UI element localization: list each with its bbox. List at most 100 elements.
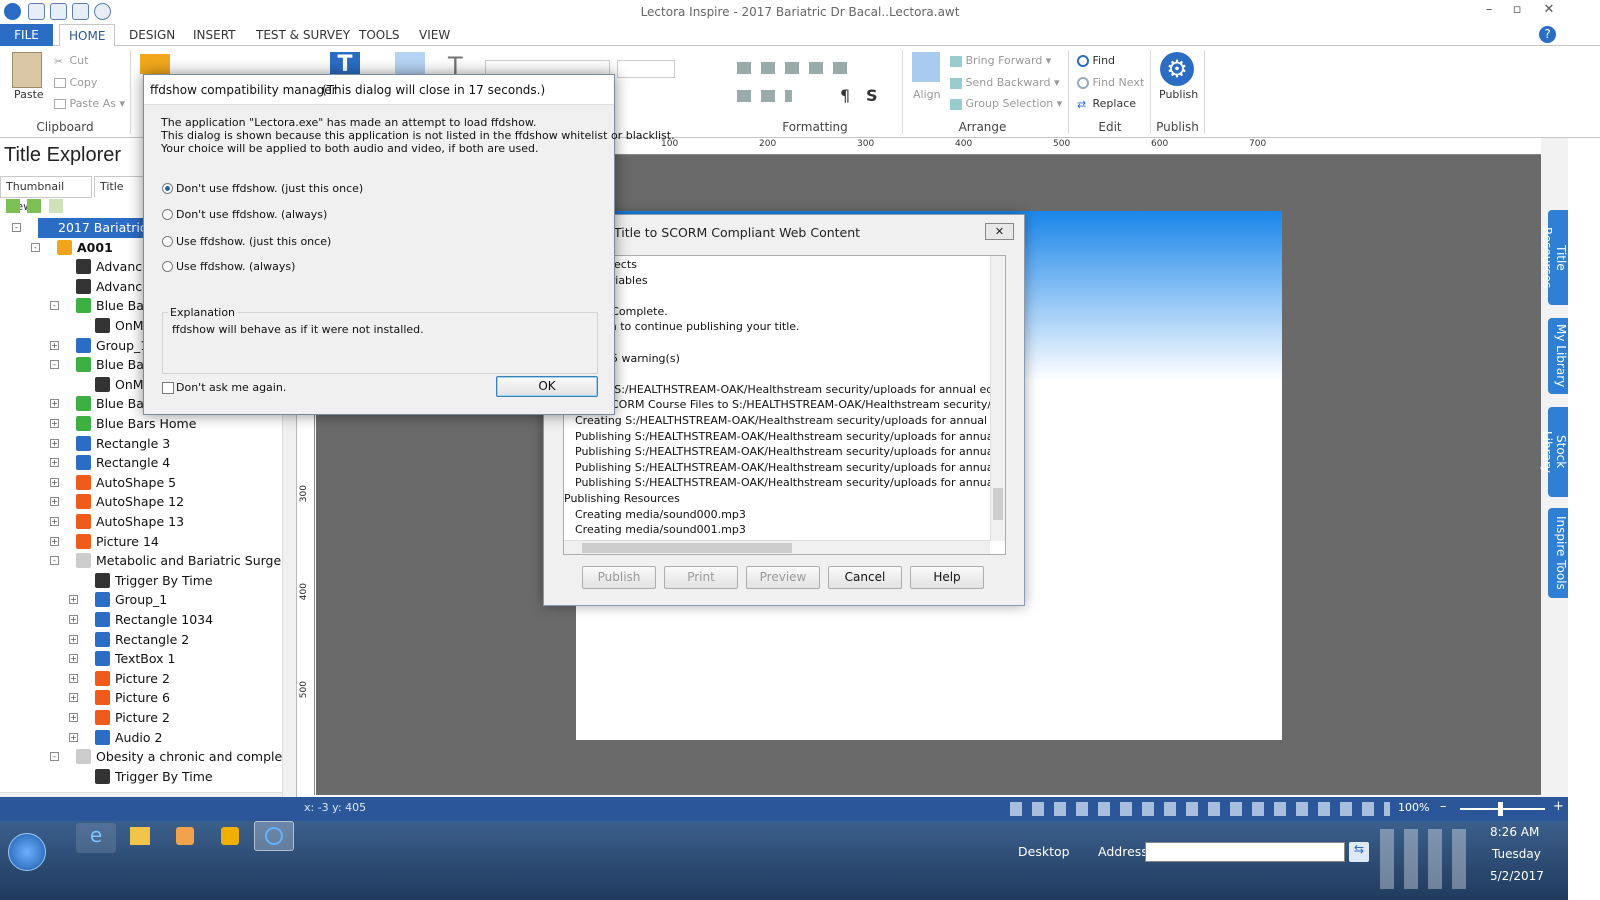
radio-dont-use-once[interactable] (162, 183, 173, 194)
paragraph-icon[interactable]: ¶ (840, 86, 850, 105)
radio-use-always[interactable] (162, 261, 173, 272)
help-button[interactable]: Help (910, 566, 984, 589)
tree-node[interactable]: Metabolic and Bariatric Surgery (76, 551, 282, 571)
tree-expander[interactable]: + (50, 477, 59, 487)
tree-node[interactable]: Blue Bar (76, 355, 149, 375)
tree-node[interactable]: Blue Bars Home (76, 414, 196, 434)
zoom-out-button[interactable]: – (1440, 799, 1447, 814)
list-buttons[interactable] (737, 90, 792, 102)
publish-button[interactable]: Publish (1159, 88, 1198, 101)
tab-home[interactable]: HOME (59, 24, 116, 47)
go-icon[interactable]: ⇆ (1349, 842, 1369, 862)
minimize-button[interactable]: – (1475, 2, 1503, 20)
send-backward-button[interactable]: Send Backward ▾ (950, 76, 1060, 89)
zoom-in-button[interactable]: + (1553, 799, 1564, 814)
side-tab-title-resources[interactable]: Title Resources (1540, 210, 1568, 305)
tree-expander[interactable]: + (50, 536, 59, 546)
clock-date[interactable]: 5/2/2017 (1490, 869, 1544, 883)
tree-expander[interactable]: - (50, 301, 59, 311)
tree-expander[interactable]: - (12, 223, 21, 232)
tree-node[interactable]: TextBox 1 (95, 649, 175, 669)
find-next-button[interactable]: Find Next (1077, 76, 1144, 89)
scorm-close-button[interactable]: ✕ (985, 223, 1014, 240)
align-button[interactable]: Align (913, 88, 941, 101)
tree-expander[interactable]: + (50, 458, 59, 468)
tree-expander[interactable]: + (50, 399, 59, 409)
system-tray-icons[interactable] (1380, 829, 1470, 889)
tree-node[interactable]: Picture 2 (95, 669, 170, 689)
ok-button[interactable]: OK (496, 376, 598, 397)
paste-button[interactable]: Paste (14, 88, 44, 101)
zoom-slider-thumb[interactable] (1498, 802, 1503, 816)
cancel-button[interactable]: Cancel (828, 566, 902, 589)
radio-use-once[interactable] (162, 236, 173, 247)
tab-view[interactable]: VIEW (410, 24, 459, 46)
tree-node[interactable]: Picture 6 (95, 688, 170, 708)
tree-node[interactable]: Rectangle 2 (95, 630, 189, 650)
tree-node[interactable]: A001 (57, 238, 113, 258)
side-tab-stock-library[interactable]: Stock Library (1540, 407, 1568, 497)
address-input[interactable] (1145, 842, 1345, 862)
tree-expander[interactable]: + (69, 634, 78, 644)
tree-expander[interactable]: + (50, 517, 59, 526)
replace-button[interactable]: ⇄ Replace (1077, 97, 1136, 111)
tree-node[interactable]: Picture 2 (95, 708, 170, 728)
tree-node[interactable]: Group_1 (95, 590, 167, 610)
option-dont-use-once[interactable]: Don't use ffdshow. (just this once) (176, 182, 363, 195)
restore-button[interactable]: ▫ (1503, 2, 1531, 20)
media-player-icon[interactable] (176, 827, 194, 845)
tree-node[interactable]: Picture 14 (76, 532, 159, 552)
tab-design[interactable]: DESIGN (120, 24, 184, 46)
add-chapter-icon[interactable] (6, 199, 20, 213)
print-button[interactable]: Print (664, 566, 738, 589)
tree-node[interactable]: Trigger By Time (95, 571, 213, 591)
radio-dont-use-always[interactable] (162, 209, 173, 220)
align-icon[interactable] (912, 52, 940, 82)
side-tab-my-library[interactable]: My Library (1548, 318, 1568, 394)
tab-test-survey[interactable]: TEST & SURVEY (247, 24, 359, 46)
log-vertical-scrollbar[interactable] (990, 256, 1005, 541)
tree-node[interactable]: Advance (76, 257, 150, 277)
tree-node[interactable]: Rectangle 4 (76, 453, 170, 473)
help-icon[interactable]: ? (1539, 26, 1556, 43)
tree-expander[interactable]: + (69, 732, 78, 742)
tree-node[interactable]: AutoShape 13 (76, 512, 184, 532)
tree-expander[interactable]: + (69, 654, 78, 664)
outlook-icon[interactable] (221, 827, 239, 845)
strikethrough-icon[interactable]: S (866, 86, 878, 105)
tree-node[interactable]: AutoShape 5 (76, 473, 176, 493)
cut-button[interactable]: ✂ Cut (54, 54, 88, 68)
tree-node[interactable]: Group_1 (76, 336, 148, 356)
font-size-select[interactable] (617, 60, 675, 78)
tree-node[interactable]: OnM (95, 375, 144, 395)
file-explorer-icon[interactable] (130, 827, 150, 845)
tree-expander[interactable]: + (69, 595, 78, 605)
tree-expander[interactable]: + (69, 615, 78, 624)
side-tab-inspire-tools[interactable]: Inspire Tools (1548, 508, 1568, 598)
tab-insert[interactable]: INSERT (184, 24, 245, 46)
tree-expander[interactable]: - (50, 752, 59, 762)
add-section-icon[interactable] (27, 199, 41, 213)
clock-time[interactable]: 8:26 AM (1490, 825, 1539, 839)
tree-expander[interactable]: + (50, 497, 59, 507)
option-use-always[interactable]: Use ffdshow. (always) (176, 260, 295, 273)
start-button[interactable] (8, 833, 46, 871)
tree-node[interactable]: OnM (95, 316, 144, 336)
tree-expander[interactable]: + (69, 693, 78, 703)
desktop-toolbar[interactable]: Desktop (1018, 844, 1070, 859)
copy-button[interactable]: Copy (54, 76, 97, 89)
paste-as-button[interactable]: Paste As ▾ (54, 97, 125, 110)
tree-expander[interactable]: - (31, 242, 40, 252)
tab-title-explorer[interactable]: Title Expl (94, 176, 146, 198)
tree-expander[interactable]: + (50, 340, 59, 350)
bring-forward-button[interactable]: Bring Forward ▾ (950, 54, 1051, 67)
close-button[interactable]: ✕ (1535, 2, 1563, 20)
internet-explorer-icon[interactable]: e (76, 823, 116, 853)
status-toolbar-icons[interactable] (1010, 802, 1390, 816)
option-use-once[interactable]: Use ffdshow. (just this once) (176, 235, 331, 248)
page-icon[interactable] (140, 54, 170, 74)
clock-day[interactable]: Tuesday (1492, 847, 1541, 861)
tab-thumbnail-view[interactable]: Thumbnail View (0, 176, 92, 213)
alignment-buttons[interactable] (737, 62, 857, 74)
tree-expander[interactable]: + (50, 438, 59, 448)
